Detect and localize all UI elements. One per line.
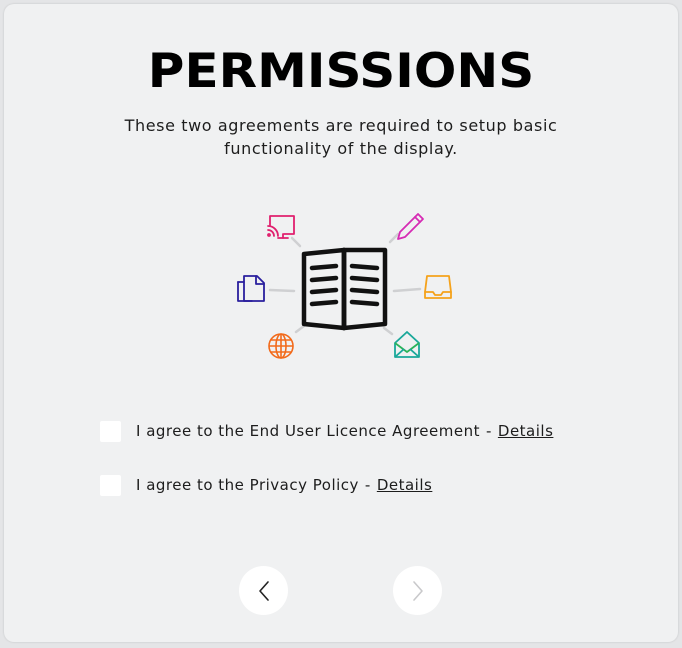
- next-button[interactable]: [393, 566, 442, 615]
- permissions-card: PERMISSIONS These two agreements are req…: [4, 4, 678, 642]
- page-subtitle: These two agreements are required to set…: [124, 116, 558, 158]
- privacy-details-link[interactable]: Details: [377, 476, 433, 494]
- globe-icon: [268, 333, 294, 359]
- privacy-agreement-row: I agree to the Privacy Policy - Details: [100, 473, 432, 497]
- eula-details-link[interactable]: Details: [498, 422, 554, 440]
- back-button[interactable]: [239, 566, 288, 615]
- eula-label: I agree to the End User Licence Agreemen…: [136, 422, 480, 440]
- pencil-icon: [397, 213, 424, 240]
- inbox-tray-icon: [424, 275, 452, 299]
- open-book-icon: [301, 247, 388, 331]
- chevron-right-icon: [412, 580, 423, 601]
- privacy-separator: -: [364, 476, 371, 494]
- open-envelope-icon: [394, 331, 420, 358]
- cast-screen-icon: [267, 215, 295, 239]
- permissions-illustration: [237, 213, 452, 359]
- privacy-checkbox[interactable]: [100, 474, 121, 496]
- eula-separator: -: [485, 422, 492, 440]
- privacy-label: I agree to the Privacy Policy: [136, 476, 359, 494]
- eula-checkbox[interactable]: [100, 420, 121, 442]
- page-title: PERMISSIONS: [147, 43, 535, 99]
- documents-icon: [237, 275, 265, 302]
- eula-agreement-row: I agree to the End User Licence Agreemen…: [100, 419, 553, 443]
- chevron-left-icon: [258, 580, 269, 601]
